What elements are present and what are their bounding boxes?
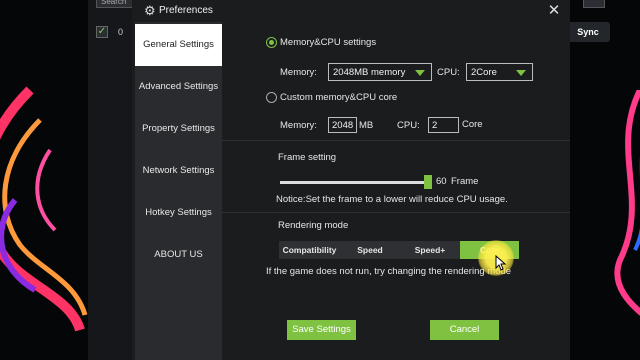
memory-select[interactable]: 2048MB memory: [328, 63, 432, 81]
cancel-button[interactable]: Cancel: [430, 320, 499, 340]
divider: [222, 140, 570, 141]
custom-memory-cpu-label: Custom memory&CPU core: [280, 92, 398, 103]
save-settings-button[interactable]: Save Settings: [287, 320, 356, 340]
frame-setting-heading: Frame setting: [278, 152, 337, 163]
custom-memory-unit: MB: [359, 120, 374, 131]
settings-content: Memory&CPU settings Memory: 2048MB memor…: [222, 22, 570, 360]
mouse-pointer-icon: [495, 255, 507, 271]
frame-slider-track[interactable]: [280, 181, 428, 184]
divider: [222, 212, 570, 213]
rendering-speed-plus-option[interactable]: Speed+: [400, 241, 460, 259]
cpu-select[interactable]: 2Core: [466, 63, 533, 81]
frame-value: 60: [436, 176, 447, 187]
preset-memory-cpu-radio[interactable]: [266, 37, 277, 48]
custom-memory-cpu-radio[interactable]: [266, 92, 277, 103]
memory-label: Memory:: [280, 67, 317, 78]
title-bar: ⚙ Preferences ✕: [132, 0, 570, 22]
custom-memory-input[interactable]: 2048: [328, 117, 357, 133]
preferences-dialog: ⚙ Preferences ✕ General Settings Advance…: [132, 0, 570, 360]
host-checkbox[interactable]: ✓: [96, 26, 108, 38]
preset-memory-cpu-label: Memory&CPU settings: [280, 37, 377, 48]
rendering-mode-heading: Rendering mode: [278, 220, 349, 231]
sidebar-item-about[interactable]: ABOUT US: [135, 234, 222, 276]
sidebar-item-advanced[interactable]: Advanced Settings: [135, 66, 222, 108]
custom-cpu-unit: Core: [462, 119, 483, 130]
host-row-count: 0: [118, 27, 124, 37]
rendering-hint: If the game does not run, try changing t…: [266, 266, 512, 277]
frame-slider-handle[interactable]: [424, 175, 432, 189]
host-dropdown-button[interactable]: [583, 0, 605, 8]
rendering-compatibility-option[interactable]: Compatibility: [279, 241, 340, 259]
frame-unit: Frame: [451, 176, 479, 187]
cpu-label: CPU:: [437, 67, 460, 78]
custom-cpu-label: CPU:: [397, 120, 420, 131]
frame-notice: Notice:Set the frame to a lower will red…: [276, 194, 508, 205]
close-icon[interactable]: ✕: [546, 2, 562, 20]
custom-memory-label: Memory:: [280, 120, 317, 131]
sidebar-item-property[interactable]: Property Settings: [135, 108, 222, 150]
memory-select-value: 2048MB memory: [333, 67, 406, 78]
rendering-speed-option[interactable]: Speed: [340, 241, 400, 259]
dialog-title: Preferences: [159, 5, 213, 16]
sidebar-item-network[interactable]: Network Settings: [135, 150, 222, 192]
settings-sidebar: General Settings Advanced Settings Prope…: [135, 22, 222, 360]
cpu-select-value: 2Core: [471, 67, 497, 78]
chevron-down-icon: [516, 70, 526, 76]
sidebar-item-hotkey[interactable]: Hotkey Settings: [135, 192, 222, 234]
neon-wallpaper-right: [614, 90, 640, 316]
sidebar-item-general[interactable]: General Settings: [135, 24, 222, 66]
chevron-down-icon: [415, 70, 425, 76]
settings-gear-icon: ⚙: [144, 3, 156, 18]
custom-cpu-input[interactable]: 2: [428, 117, 459, 133]
sync-button[interactable]: Sync: [566, 22, 610, 42]
